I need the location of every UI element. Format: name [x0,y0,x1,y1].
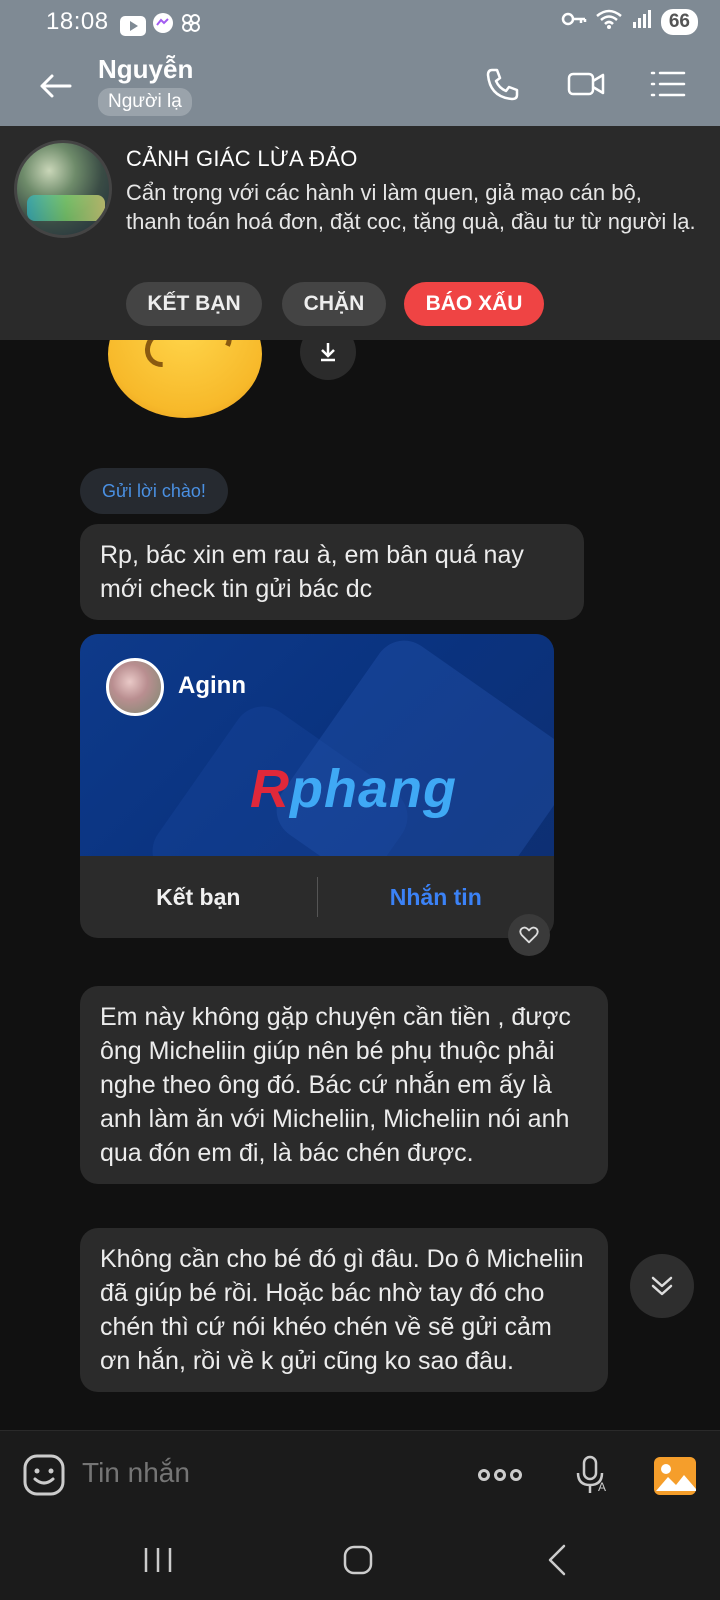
contact-name[interactable]: Nguyễn [98,54,193,85]
system-nav-bar [0,1520,720,1600]
message-bubble[interactable]: Rp, bác xin em rau à, em bân quá nay mới… [80,524,584,620]
card-add-friend-button[interactable]: Kết bạn [80,884,317,911]
card-avatar [106,658,164,716]
sticker-smiley-icon[interactable] [22,1453,66,1497]
add-friend-button[interactable]: KẾT BẠN [126,282,262,326]
status-bar: 18:08 66 [0,0,720,46]
chat-header: Nguyễn Người lạ [0,46,720,126]
heart-reaction-icon[interactable] [508,914,550,956]
nav-back-icon[interactable] [538,1540,578,1580]
block-button[interactable]: CHẶN [282,282,386,326]
download-icon[interactable] [300,340,356,380]
pinwheel-icon [180,12,202,39]
recent-apps-icon[interactable] [138,1540,178,1580]
key-icon [561,9,587,34]
warning-title: CẢNH GIÁC LỪA ĐẢO [126,146,358,171]
message-input-bar: A [0,1430,720,1520]
phone-icon[interactable] [482,64,522,104]
youtube-icon [120,15,146,36]
menu-list-icon[interactable] [648,64,688,104]
sticker-emoji[interactable] [108,340,262,418]
voice-microphone-icon[interactable]: A [570,1453,614,1497]
message-input[interactable] [82,1457,442,1489]
card-logo: Rphang [250,759,457,819]
gallery-image-icon[interactable] [652,1453,698,1499]
home-icon[interactable] [338,1540,378,1580]
message-bubble[interactable]: Không cần cho bé đó gì đâu. Do ô Micheli… [80,1228,608,1392]
stranger-badge: Người lạ [98,88,192,116]
svg-text:A: A [598,1480,606,1494]
scroll-down-icon[interactable] [630,1254,694,1318]
send-greeting-chip[interactable]: Gửi lời chào! [80,468,228,514]
wifi-icon [595,8,623,35]
battery-indicator: 66 [660,8,698,35]
status-time: 18:08 [46,8,109,35]
more-options-icon[interactable] [476,1453,522,1497]
signal-icon [631,8,653,35]
video-call-icon[interactable] [566,64,606,104]
card-contact-name: Aginn [178,672,246,699]
card-message-button[interactable]: Nhắn tin [318,884,555,911]
contact-avatar[interactable] [14,140,112,238]
back-arrow-icon[interactable] [36,66,76,106]
messenger-icon [152,12,174,39]
message-list[interactable]: Gửi lời chào! Rp, bác xin em rau à, em b… [0,340,720,1430]
warning-text: Cẩn trọng với các hành vi làm quen, giả … [126,180,696,234]
message-bubble[interactable]: Em này không gặp chuyện cần tiền , được … [80,986,608,1184]
contact-card[interactable]: Aginn Rphang Kết bạn Nhắn tin [80,634,554,938]
report-button[interactable]: BÁO XẤU [404,282,544,326]
